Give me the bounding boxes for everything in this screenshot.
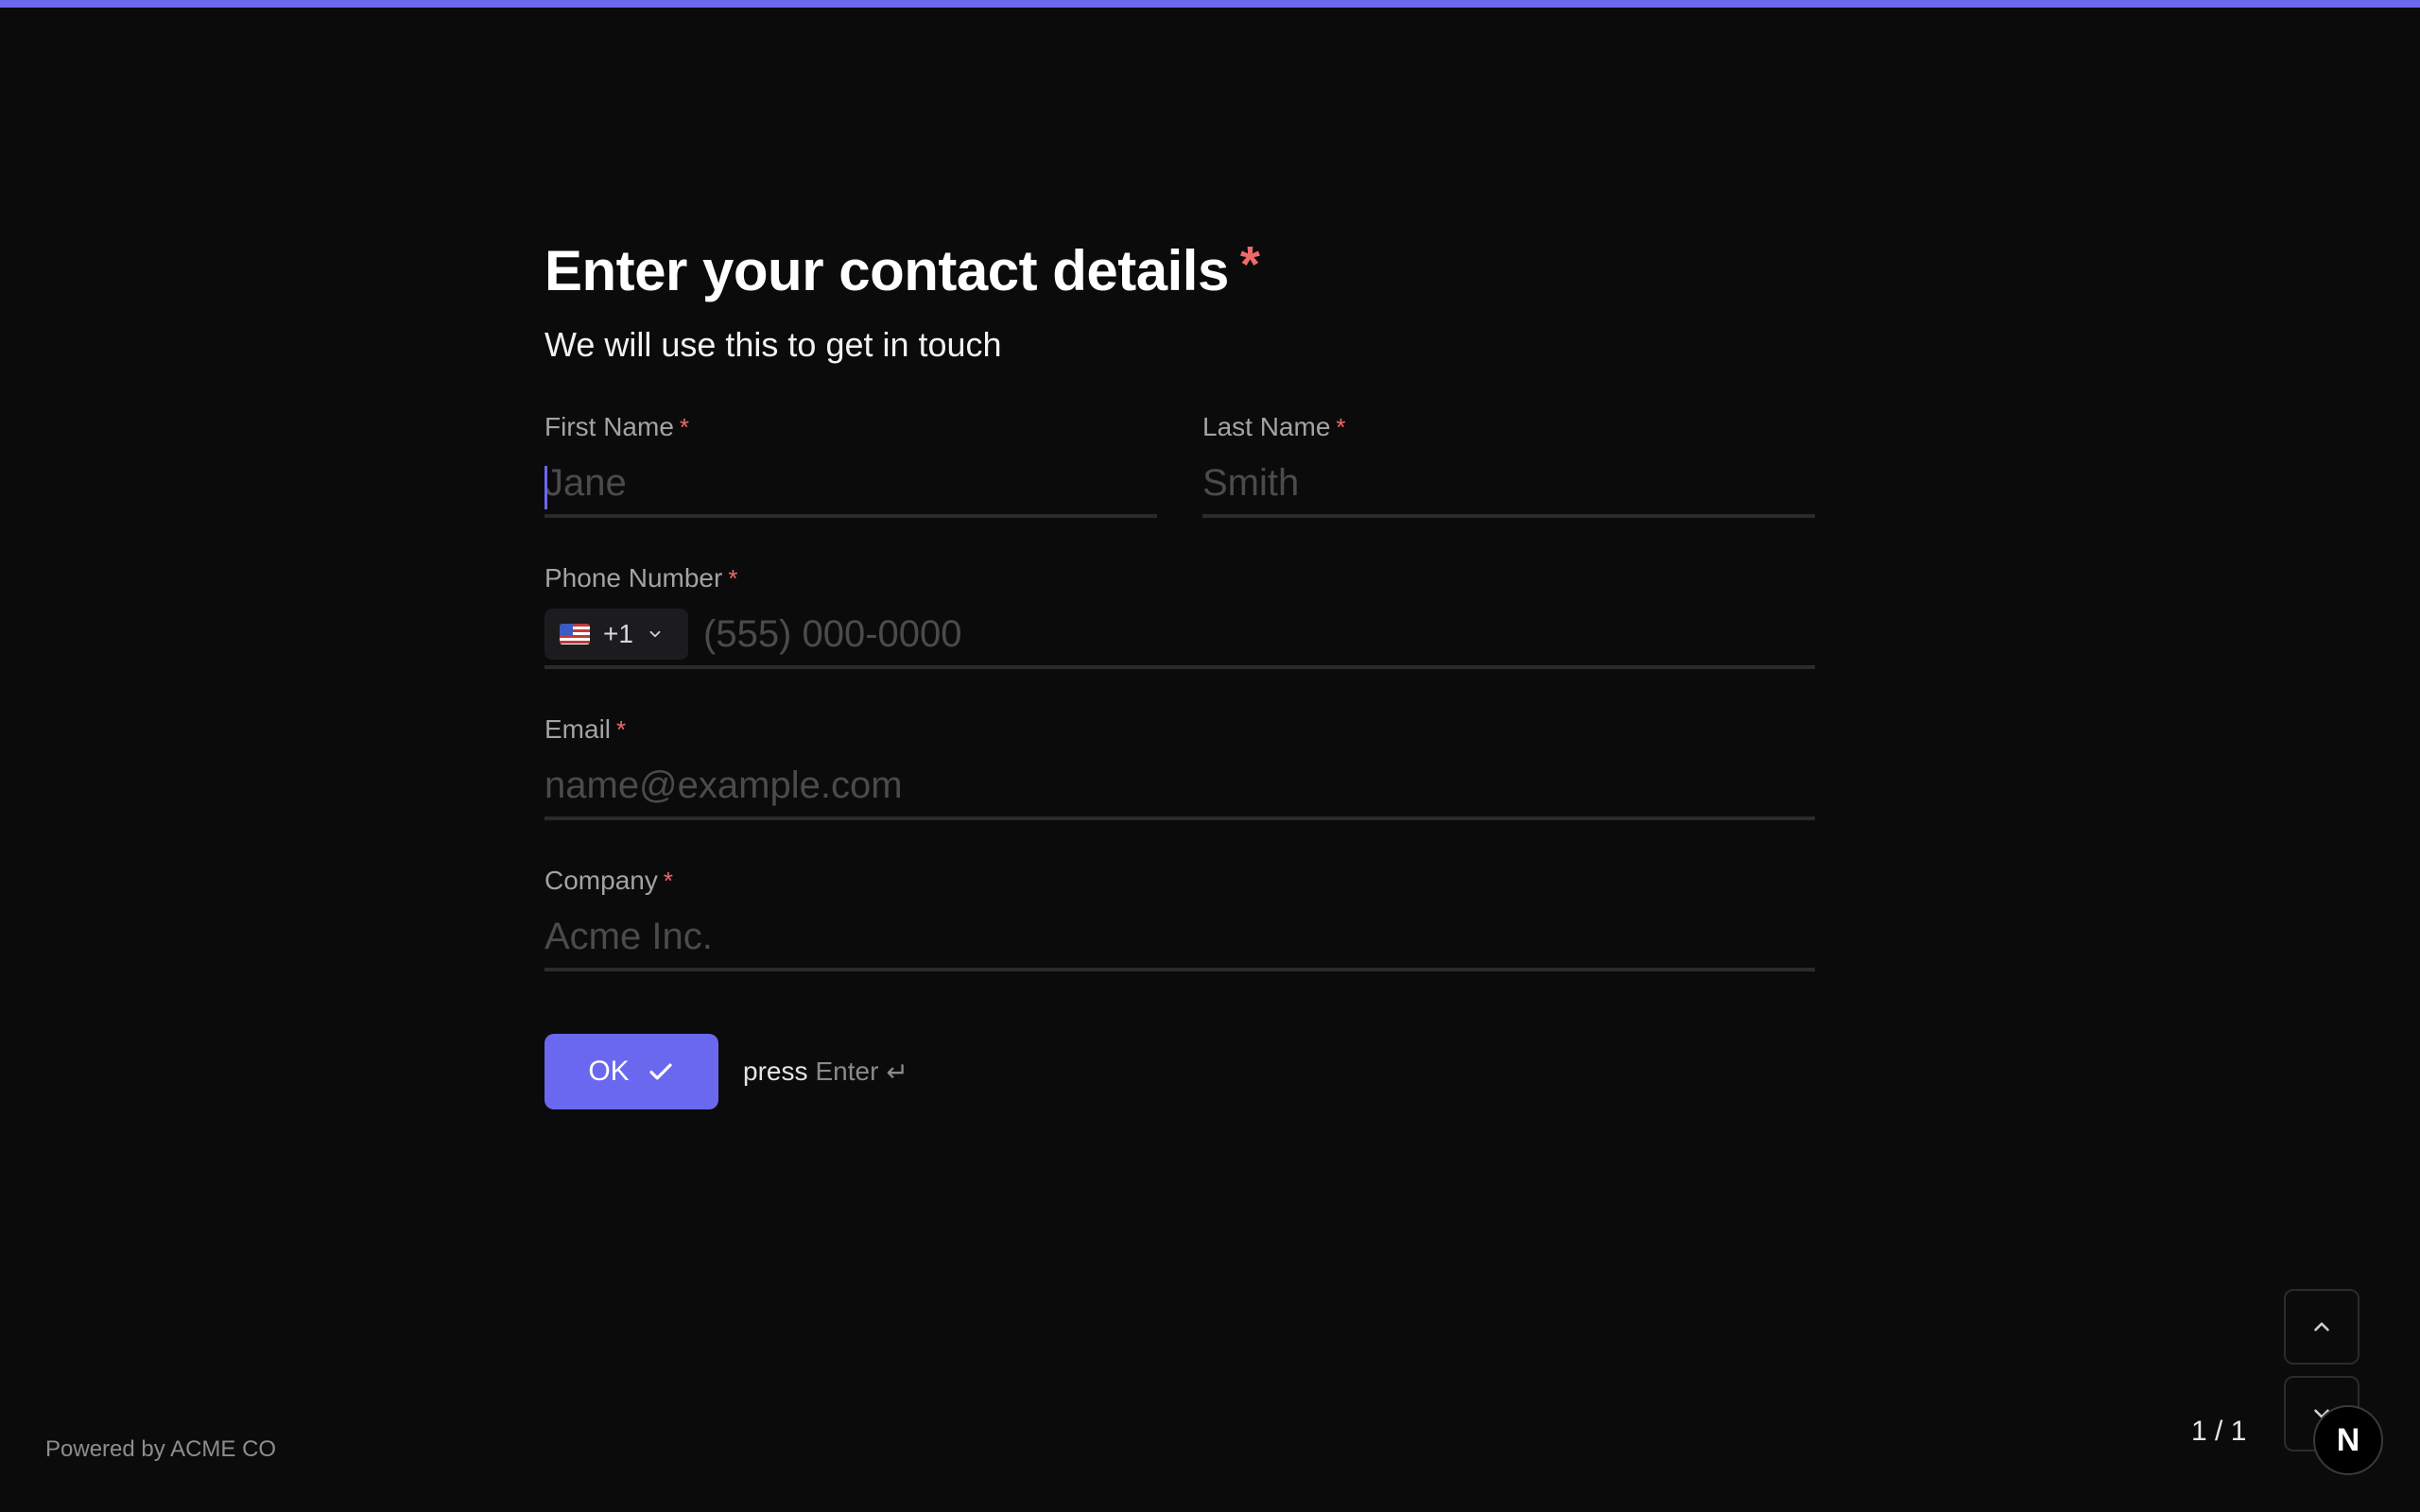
first-name-label-text: First Name xyxy=(544,412,674,441)
phone-label: Phone Number * xyxy=(544,561,1815,595)
contact-form: Enter your contact details * We will use… xyxy=(544,236,1815,1109)
email-underline xyxy=(544,754,1815,820)
dial-code: +1 xyxy=(603,619,633,648)
progress-bar xyxy=(0,0,2420,8)
company-underline xyxy=(544,905,1815,971)
question-title-text: Enter your contact details xyxy=(544,239,1229,302)
ok-button[interactable]: OK xyxy=(544,1034,718,1109)
ok-button-label: OK xyxy=(588,1056,630,1087)
first-name-field: First Name * xyxy=(544,410,1157,518)
last-name-input[interactable] xyxy=(1202,461,1815,505)
hint-prefix: press xyxy=(743,1057,808,1086)
company-field: Company * xyxy=(544,864,1815,971)
last-name-underline xyxy=(1202,452,1815,518)
required-asterisk: * xyxy=(1336,413,1346,441)
question-counter: 1 / 1 xyxy=(2191,1416,2247,1447)
last-name-label-text: Last Name xyxy=(1202,412,1331,441)
country-code-select[interactable]: +1 xyxy=(544,609,688,660)
text-caret xyxy=(544,466,547,509)
chevron-down-icon xyxy=(649,630,661,638)
required-asterisk: * xyxy=(679,413,690,441)
required-asterisk: * xyxy=(663,867,673,895)
enter-key-icon: ↵ xyxy=(886,1057,908,1087)
last-name-field: Last Name * xyxy=(1202,410,1815,518)
progress-fill xyxy=(0,0,2420,8)
avatar-letter: N xyxy=(2336,1421,2360,1458)
email-input[interactable] xyxy=(544,764,1815,807)
company-label: Company * xyxy=(544,864,1815,898)
phone-input[interactable] xyxy=(703,612,1815,656)
phone-field: Phone Number * +1 xyxy=(544,561,1815,669)
first-name-input[interactable] xyxy=(544,461,1157,505)
email-field: Email * xyxy=(544,713,1815,820)
enter-hint: press Enter ↵ xyxy=(743,1057,908,1088)
email-label-text: Email xyxy=(544,714,612,744)
question-title: Enter your contact details * xyxy=(544,236,1815,306)
powered-by-text[interactable]: Powered by ACME CO xyxy=(45,1436,276,1463)
chevron-up-icon xyxy=(2314,1322,2329,1332)
phone-underline: +1 xyxy=(544,603,1815,669)
us-flag-icon xyxy=(560,624,590,644)
required-asterisk: * xyxy=(728,564,738,593)
first-name-underline xyxy=(544,452,1157,518)
question-subtitle: We will use this to get in touch xyxy=(544,325,1002,364)
avatar-icon[interactable]: N xyxy=(2313,1405,2383,1475)
hint-key: Enter xyxy=(815,1057,879,1086)
required-asterisk: * xyxy=(1239,236,1260,293)
company-input[interactable] xyxy=(544,915,1815,958)
phone-label-text: Phone Number xyxy=(544,563,723,593)
company-label-text: Company xyxy=(544,866,658,895)
last-name-label: Last Name * xyxy=(1202,410,1815,444)
required-asterisk: * xyxy=(616,715,627,744)
name-row: First Name * Last Name * xyxy=(544,410,1815,518)
first-name-label: First Name * xyxy=(544,410,1157,444)
previous-question-button[interactable] xyxy=(2284,1289,2360,1365)
check-icon xyxy=(649,1063,672,1080)
form-actions: OK press Enter ↵ xyxy=(544,1034,1815,1109)
email-label: Email * xyxy=(544,713,1815,747)
